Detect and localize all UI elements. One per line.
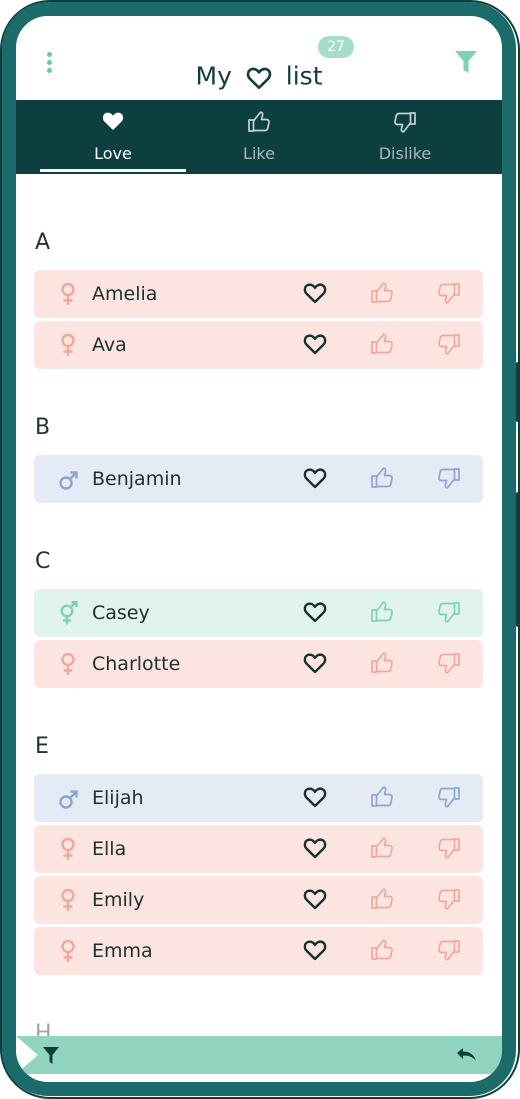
list-item[interactable]: Ava: [34, 321, 483, 369]
female-symbol-icon: [58, 282, 78, 306]
app-bar: My list 27: [16, 16, 502, 100]
section-letter: C: [35, 549, 51, 574]
tab-like[interactable]: Like: [186, 100, 332, 174]
heart-icon[interactable]: [303, 467, 327, 489]
baby-name: Casey: [92, 602, 150, 624]
section-letter: A: [35, 230, 51, 255]
section-letter: E: [35, 734, 49, 759]
volume-button: [516, 362, 520, 422]
thumbs-up-icon[interactable]: [370, 651, 394, 675]
thumbs-down-icon: [332, 110, 478, 136]
thumbs-up-icon[interactable]: [370, 938, 394, 962]
heart-icon[interactable]: [303, 282, 327, 304]
funnel-icon[interactable]: [454, 49, 478, 75]
heart-icon: [240, 62, 286, 91]
phone-screen: My list 27 Love Like Dislike A Amelia Av…: [2, 2, 516, 1096]
title-prefix: My: [195, 61, 232, 91]
thumbs-down-icon[interactable]: [437, 466, 461, 490]
thumbs-down-icon[interactable]: [437, 281, 461, 305]
baby-name: Emily: [92, 889, 145, 911]
heart-icon[interactable]: [303, 837, 327, 859]
female-symbol-icon: [58, 837, 78, 861]
baby-name: Ava: [92, 334, 127, 356]
title-suffix: list: [285, 61, 323, 91]
male-symbol-icon: [58, 467, 78, 491]
thumbs-up-icon: [186, 110, 332, 136]
thumbs-up-icon[interactable]: [370, 785, 394, 809]
female-symbol-icon: [58, 652, 78, 676]
active-tab-indicator: [40, 169, 186, 172]
list-item[interactable]: Charlotte: [34, 640, 483, 688]
list-item[interactable]: Benjamin: [34, 455, 483, 503]
male-symbol-icon: [58, 786, 78, 810]
tab-label: Dislike: [378, 144, 432, 163]
list-item[interactable]: Emily: [34, 876, 483, 924]
thumbs-down-icon[interactable]: [437, 600, 461, 624]
section-letter: B: [35, 415, 51, 440]
baby-name: Ella: [92, 838, 127, 860]
heart-icon: [40, 110, 186, 136]
bottom-bar: [16, 1036, 502, 1074]
tab-bar: Love Like Dislike: [16, 100, 502, 174]
female-symbol-icon: [58, 333, 78, 357]
baby-name: Benjamin: [92, 468, 182, 490]
tab-dislike[interactable]: Dislike: [332, 100, 478, 174]
list-item[interactable]: Casey: [34, 589, 483, 637]
heart-icon[interactable]: [303, 786, 327, 808]
baby-name: Emma: [92, 940, 153, 962]
thumbs-down-icon[interactable]: [437, 836, 461, 860]
thumbs-up-icon[interactable]: [370, 600, 394, 624]
heart-icon[interactable]: [303, 888, 327, 910]
list-item[interactable]: Amelia: [34, 270, 483, 318]
tab-love[interactable]: Love: [40, 100, 186, 174]
unisex-symbol-icon: [58, 600, 78, 625]
heart-icon[interactable]: [303, 601, 327, 623]
corner-tab: [16, 1036, 38, 1074]
list-item[interactable]: Elijah: [34, 774, 483, 822]
count-badge: 27: [318, 36, 354, 58]
baby-name: Charlotte: [92, 653, 181, 675]
thumbs-up-icon[interactable]: [370, 466, 394, 490]
thumbs-down-icon[interactable]: [437, 785, 461, 809]
thumbs-up-icon[interactable]: [370, 281, 394, 305]
female-symbol-icon: [58, 939, 78, 963]
funnel-icon[interactable]: [42, 1045, 60, 1065]
thumbs-down-icon[interactable]: [437, 938, 461, 962]
list-item[interactable]: Emma: [34, 927, 483, 975]
tab-label: Love: [94, 144, 132, 163]
heart-icon[interactable]: [303, 652, 327, 674]
list-item[interactable]: Ella: [34, 825, 483, 873]
thumbs-up-icon[interactable]: [370, 332, 394, 356]
undo-arrow-icon[interactable]: [454, 1045, 478, 1065]
thumbs-down-icon[interactable]: [437, 651, 461, 675]
baby-name: Elijah: [92, 787, 144, 809]
female-symbol-icon: [58, 888, 78, 912]
baby-name: Amelia: [92, 283, 158, 305]
thumbs-down-icon[interactable]: [437, 332, 461, 356]
power-button: [516, 492, 520, 627]
page-title: My list: [16, 60, 502, 91]
thumbs-up-icon[interactable]: [370, 836, 394, 860]
thumbs-up-icon[interactable]: [370, 887, 394, 911]
thumbs-down-icon[interactable]: [437, 887, 461, 911]
heart-icon[interactable]: [303, 333, 327, 355]
tab-label: Like: [243, 144, 275, 163]
heart-icon[interactable]: [303, 939, 327, 961]
